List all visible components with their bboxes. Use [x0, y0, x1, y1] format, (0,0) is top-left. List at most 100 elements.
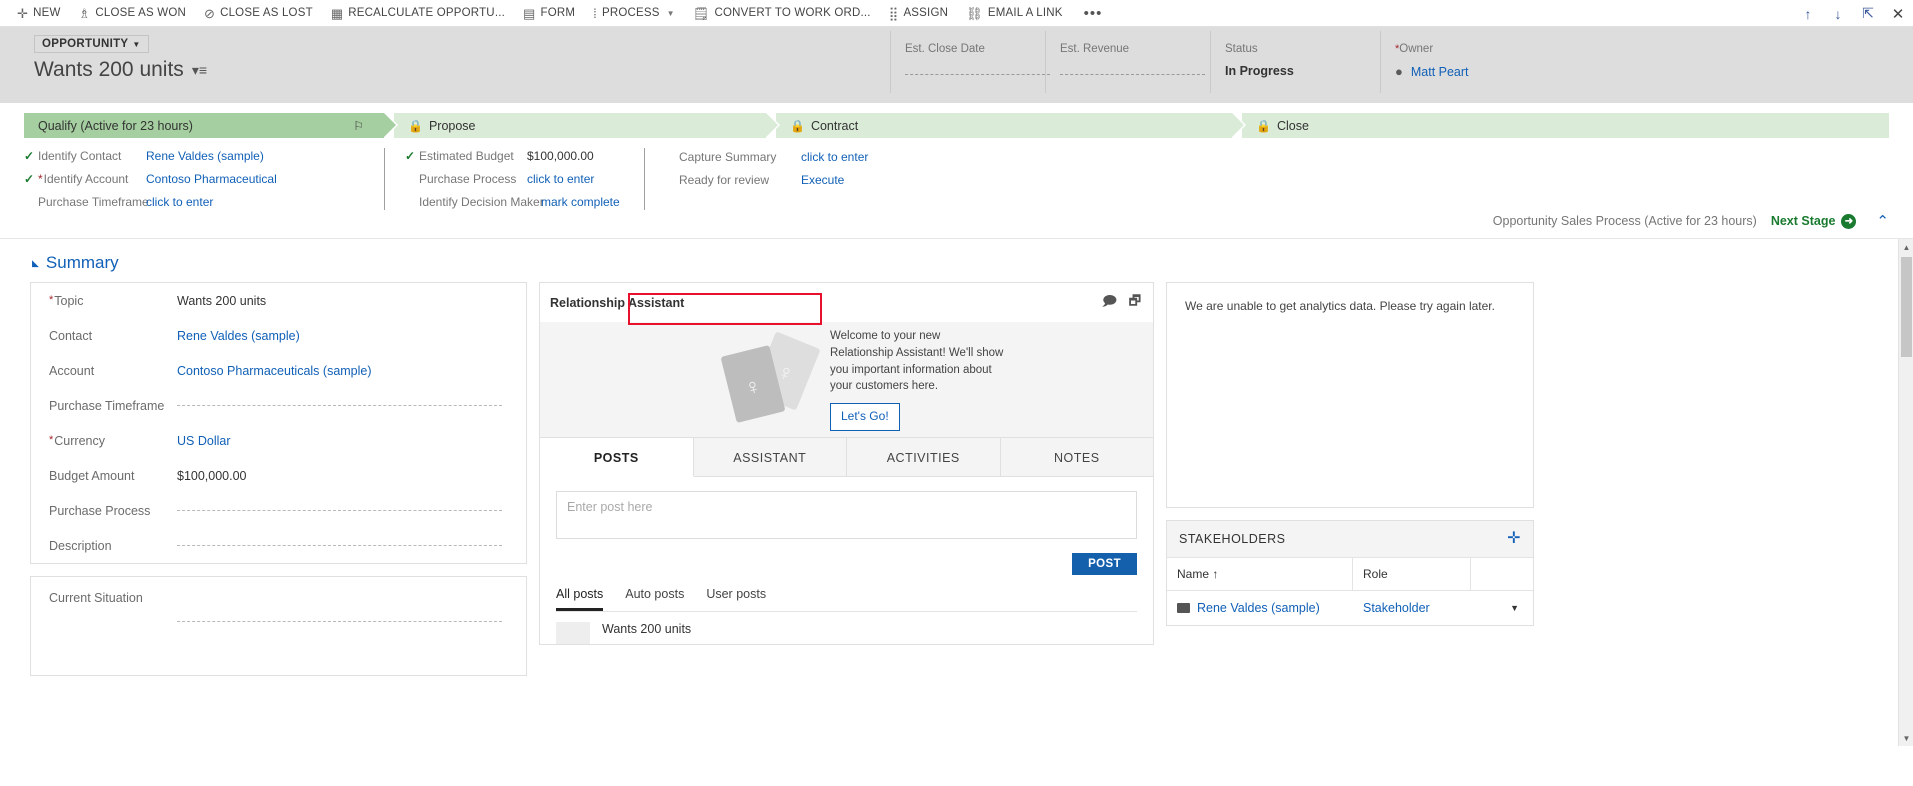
- step-identify-decision-maker[interactable]: ✓ Identify Decision Maker mark complete: [405, 193, 626, 210]
- step-label: Ready for review: [679, 172, 770, 187]
- process-icon: ⁞: [593, 5, 597, 21]
- field-value[interactable]: [905, 64, 1050, 78]
- next-stage-button[interactable]: Next Stage ➜: [1771, 213, 1857, 229]
- command-bar: ✛ NEW ♗ CLOSE AS WON ⊘ CLOSE AS LOST ▦ R…: [0, 0, 1913, 27]
- chevron-collapse-icon: ◣: [32, 257, 39, 268]
- scrollbar-thumb[interactable]: [1901, 257, 1912, 357]
- step-identify-account[interactable]: ✓ Identify Account Contoso Pharmaceutica…: [24, 171, 366, 188]
- stage-qualify[interactable]: Qualify (Active for 23 hours) ⚐: [24, 113, 398, 138]
- command-form[interactable]: ▤ FORM: [514, 0, 584, 27]
- section-header-summary[interactable]: ◣ Summary: [0, 239, 1913, 282]
- filter-auto-posts[interactable]: Auto posts: [625, 587, 684, 611]
- post-button[interactable]: POST: [1072, 553, 1137, 575]
- command-close-as-won[interactable]: ♗ CLOSE AS WON: [70, 0, 195, 27]
- cell-role: Stakeholder: [1353, 601, 1471, 615]
- field-label: *Owner: [1395, 43, 1434, 55]
- record-title-row: Wants 200 units ▾≡: [34, 58, 890, 82]
- field-value[interactable]: Rene Valdes (sample): [177, 329, 508, 343]
- chevron-down-icon[interactable]: ▼: [1510, 603, 1519, 613]
- step-purchase-process[interactable]: ✓ Purchase Process click to enter: [405, 171, 626, 188]
- step-identify-contact[interactable]: ✓ Identify Contact Rene Valdes (sample): [24, 148, 366, 165]
- move-down-icon[interactable]: ↓: [1823, 0, 1853, 27]
- command-overflow-button[interactable]: •••: [1072, 5, 1115, 22]
- avatar: [556, 622, 590, 644]
- step-capture-summary[interactable]: ✓ Capture Summary click to enter: [665, 148, 868, 165]
- filter-all-posts[interactable]: All posts: [556, 587, 604, 611]
- popout-icon[interactable]: ⇱: [1853, 0, 1883, 27]
- list-item[interactable]: Wants 200 units: [540, 612, 1153, 644]
- required-indicator: *: [49, 293, 54, 306]
- table-row[interactable]: Rene Valdes (sample) Stakeholder ▼: [1167, 591, 1533, 625]
- field-value[interactable]: US Dollar: [177, 434, 508, 448]
- execute-link[interactable]: Execute: [801, 173, 844, 187]
- empty-value-dashes[interactable]: [177, 621, 502, 622]
- scroll-up-arrow-icon[interactable]: ▲: [1899, 239, 1913, 255]
- field-value[interactable]: Wants 200 units: [177, 294, 508, 308]
- column-header-role[interactable]: Role: [1353, 558, 1471, 590]
- empty-value-dashes[interactable]: [177, 405, 502, 406]
- status-badge: In Progress: [1225, 64, 1294, 78]
- field-label: Account: [49, 363, 95, 378]
- post-input[interactable]: Enter post here: [556, 491, 1137, 539]
- close-icon[interactable]: ✕: [1883, 0, 1913, 27]
- field-label: Budget Amount: [49, 468, 135, 483]
- header-field-owner: *Owner ● Matt Peart: [1380, 31, 1913, 93]
- step-ready-for-review[interactable]: ✓ Ready for review Execute: [665, 171, 868, 188]
- command-new[interactable]: ✛ NEW: [8, 0, 70, 27]
- field-budget-amount: Budget Amount $100,000.00: [31, 458, 526, 493]
- lets-go-button[interactable]: Let's Go!: [830, 403, 900, 431]
- lock-icon: 🔒: [408, 118, 423, 133]
- column-header-name[interactable]: Name ↑: [1167, 558, 1353, 590]
- owner-link[interactable]: Matt Peart: [1411, 65, 1469, 79]
- entity-type-selector[interactable]: OPPORTUNITY ▼: [34, 35, 149, 53]
- stage-close[interactable]: 🔒 Close: [1242, 113, 1889, 138]
- tab-assistant[interactable]: ASSISTANT: [693, 438, 847, 477]
- step-value[interactable]: click to enter: [146, 195, 213, 209]
- field-value[interactable]: $100,000.00: [177, 469, 508, 483]
- step-estimated-budget[interactable]: ✓ Estimated Budget $100,000.00: [405, 148, 626, 165]
- tab-activities[interactable]: ACTIVITIES: [847, 438, 1001, 477]
- command-assign[interactable]: ⣿ ASSIGN: [880, 0, 957, 27]
- field-purchase-timeframe: Purchase Timeframe: [31, 388, 526, 423]
- stage-steps: ✓ Identify Contact Rene Valdes (sample) …: [24, 148, 1889, 210]
- title-menu-icon[interactable]: ▾≡: [192, 63, 207, 77]
- command-process[interactable]: ⁞ PROCESS ▼: [584, 0, 684, 27]
- step-value[interactable]: Rene Valdes (sample): [146, 149, 264, 163]
- step-purchase-timeframe[interactable]: ✓ Purchase Timeframe click to enter: [24, 193, 366, 210]
- column-left: *Topic Wants 200 units Contact Rene Vald…: [30, 282, 527, 676]
- tab-posts[interactable]: POSTS: [540, 438, 694, 477]
- step-value[interactable]: mark complete: [541, 195, 620, 209]
- vertical-scrollbar[interactable]: ▲ ▼: [1898, 239, 1913, 746]
- post-composer: Enter post here POST: [540, 477, 1153, 575]
- stakeholder-link[interactable]: Rene Valdes (sample): [1197, 601, 1320, 615]
- section-label: Summary: [45, 253, 119, 272]
- command-close-as-lost[interactable]: ⊘ CLOSE AS LOST: [195, 0, 322, 27]
- step-value[interactable]: Contoso Pharmaceutical: [146, 172, 277, 186]
- step-value[interactable]: click to enter: [527, 172, 594, 186]
- command-convert-to-work-order[interactable]: 🗒 CONVERT TO WORK ORD...: [684, 0, 880, 27]
- field-value[interactable]: Contoso Pharmaceuticals (sample): [177, 364, 508, 378]
- post-actions: POST: [556, 553, 1137, 575]
- stage-propose[interactable]: 🔒 Propose: [394, 113, 780, 138]
- command-label: CLOSE AS WON: [95, 7, 186, 19]
- move-up-icon[interactable]: ↑: [1793, 0, 1823, 27]
- window-controls: ↑ ↓ ⇱ ✕: [1793, 0, 1913, 27]
- stage-contract[interactable]: 🔒 Contract: [776, 113, 1246, 138]
- field-value[interactable]: [1060, 64, 1210, 78]
- empty-value-dashes[interactable]: [177, 510, 502, 511]
- add-stakeholder-button[interactable]: ✛: [1507, 531, 1521, 547]
- step-label: Purchase Timeframe: [38, 194, 149, 209]
- role-link[interactable]: Stakeholder: [1363, 601, 1430, 615]
- command-email-a-link[interactable]: ⛓ EMAIL A LINK: [957, 0, 1072, 27]
- scroll-down-arrow-icon[interactable]: ▼: [1899, 730, 1913, 746]
- chevron-up-icon[interactable]: ⌃: [1870, 212, 1889, 230]
- cards-icon[interactable]: 🗗: [1129, 292, 1141, 314]
- empty-value-dashes[interactable]: [177, 545, 502, 546]
- command-label: FORM: [540, 7, 576, 19]
- feedback-icon[interactable]: 🗩: [1102, 292, 1116, 314]
- tab-notes[interactable]: NOTES: [1000, 438, 1153, 477]
- filter-user-posts[interactable]: User posts: [706, 587, 766, 611]
- empty-value-dashes: [905, 74, 1050, 76]
- step-value[interactable]: click to enter: [801, 150, 868, 164]
- command-recalculate-opportunity[interactable]: ▦ RECALCULATE OPPORTU...: [322, 0, 514, 27]
